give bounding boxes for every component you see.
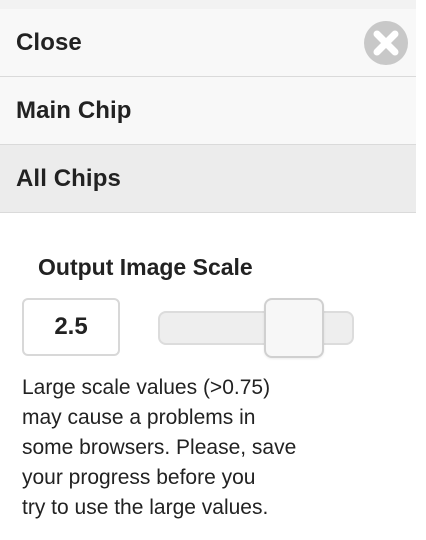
warning-line: some browsers. Please, save bbox=[22, 436, 297, 459]
warning-line: may cause a problems in bbox=[22, 406, 256, 429]
close-button[interactable] bbox=[364, 21, 408, 65]
close-icon bbox=[373, 30, 399, 56]
scale-slider[interactable] bbox=[158, 298, 354, 358]
chip-menu: Close Main Chip All Chips bbox=[0, 9, 416, 213]
menu-item-all-chips[interactable]: All Chips bbox=[0, 145, 416, 213]
slider-track[interactable] bbox=[158, 311, 354, 345]
menu-item-label: Main Chip bbox=[16, 96, 132, 124]
slider-handle[interactable] bbox=[264, 298, 324, 358]
menu-item-close[interactable]: Close bbox=[0, 9, 416, 77]
output-scale-panel: Output Image Scale Large scale values (>… bbox=[0, 216, 416, 540]
scale-input[interactable] bbox=[22, 298, 120, 356]
menu-item-label: All Chips bbox=[16, 164, 121, 192]
warning-line: try to use the large values. bbox=[22, 496, 269, 519]
menu-item-label: Close bbox=[16, 28, 82, 56]
scale-warning-text: Large scale values (>0.75) may cause a p… bbox=[22, 373, 352, 523]
menu-item-main-chip[interactable]: Main Chip bbox=[0, 77, 416, 145]
warning-line: Large scale values (>0.75) bbox=[22, 376, 271, 399]
warning-line: your progress before you bbox=[22, 466, 256, 489]
panel-title: Output Image Scale bbox=[38, 254, 253, 280]
